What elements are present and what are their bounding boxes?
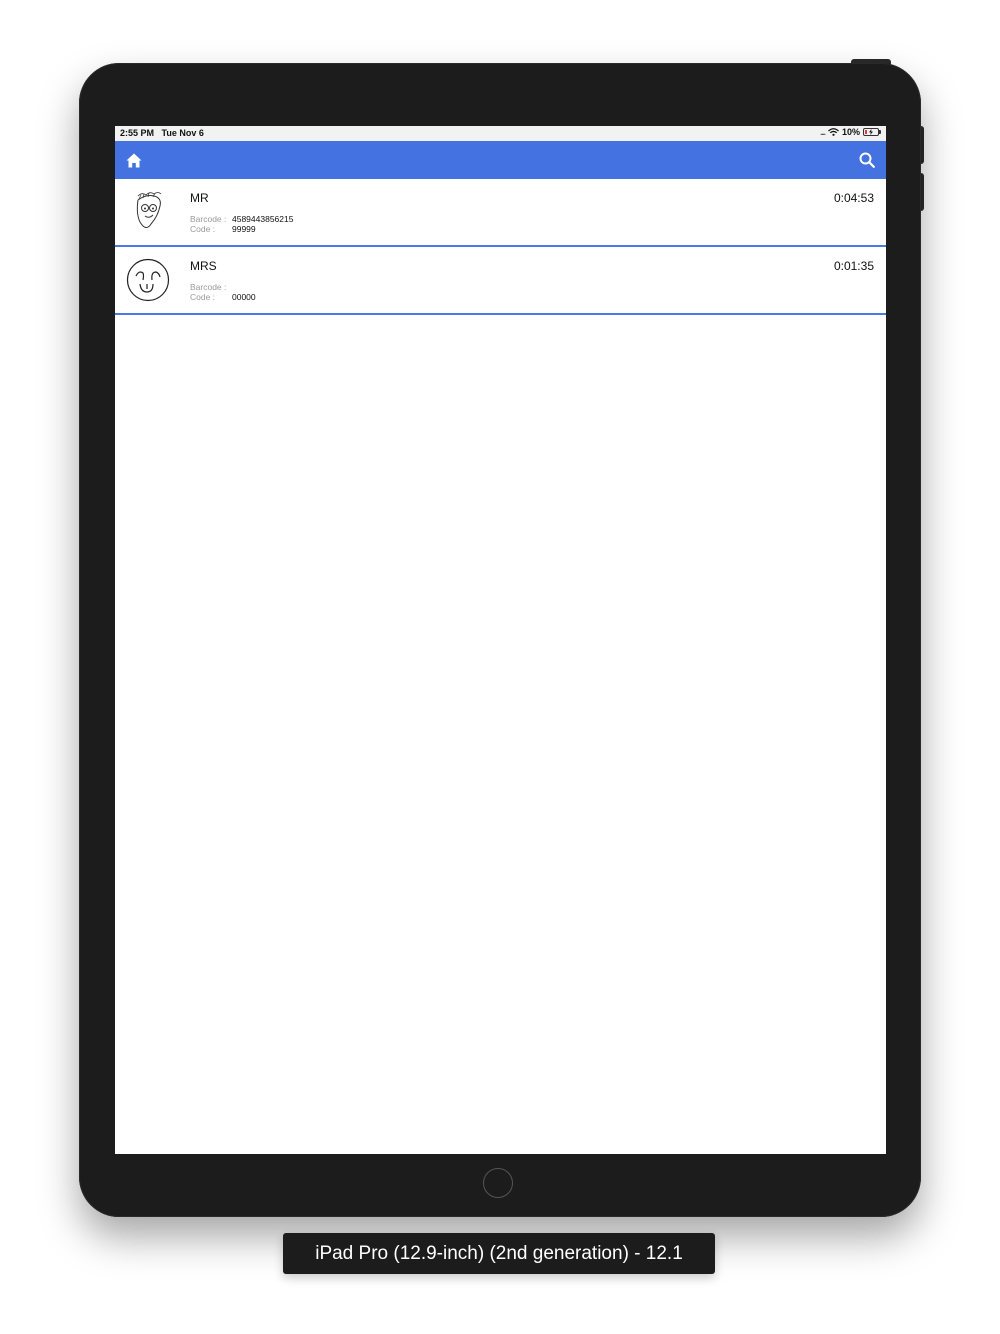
app-screen: 2:55 PM Tue Nov 6 .... 10% MR 0:04:53 Ba… [115,126,886,1154]
search-button[interactable] [857,150,877,170]
home-icon [126,153,142,167]
code-label: Code : [190,292,216,302]
smiley-face-icon [126,258,170,302]
list-item[interactable]: MR 0:04:53 Barcode : 4589443856215 Code :… [115,179,886,247]
status-time: 2:55 PM [120,128,155,138]
list-item[interactable]: MRS 0:01:35 Barcode : Code : 00000 [115,247,886,315]
records-list: MR 0:04:53 Barcode : 4589443856215 Code :… [115,179,886,315]
navigation-bar [115,141,886,179]
status-indicators: .... 10% [820,127,881,137]
row-duration: 0:04:53 [833,191,874,205]
row-duration: 0:01:35 [833,259,874,273]
device-label: iPad Pro (12.9-inch) (2nd generation) - … [283,1233,715,1274]
code-value: 00000 [232,292,256,302]
barcode-line: Barcode : 4589443856215 [190,214,293,224]
home-button[interactable] [124,150,144,170]
code-value: 99999 [232,224,256,234]
row-title: MRS [190,259,217,273]
code-label: Code : [190,224,216,234]
code-line: Code : 00000 [190,292,256,302]
wifi-icon [828,128,839,136]
search-icon [859,152,875,168]
row-title: MR [190,191,209,205]
barcode-label: Barcode : [190,282,227,292]
barcode-value: 4589443856215 [232,214,294,224]
signal-icon: .... [820,127,826,137]
battery-charging-icon [863,128,881,136]
signature-face-icon [136,192,162,228]
status-date: Tue Nov 6 [161,128,204,138]
battery-percentage: 10% [841,127,860,137]
barcode-label: Barcode : [190,214,227,224]
code-line: Code : 99999 [190,224,256,234]
barcode-line: Barcode : [190,282,232,292]
status-bar: 2:55 PM Tue Nov 6 .... 10% [115,126,886,141]
home-button-icon[interactable] [483,1168,513,1198]
